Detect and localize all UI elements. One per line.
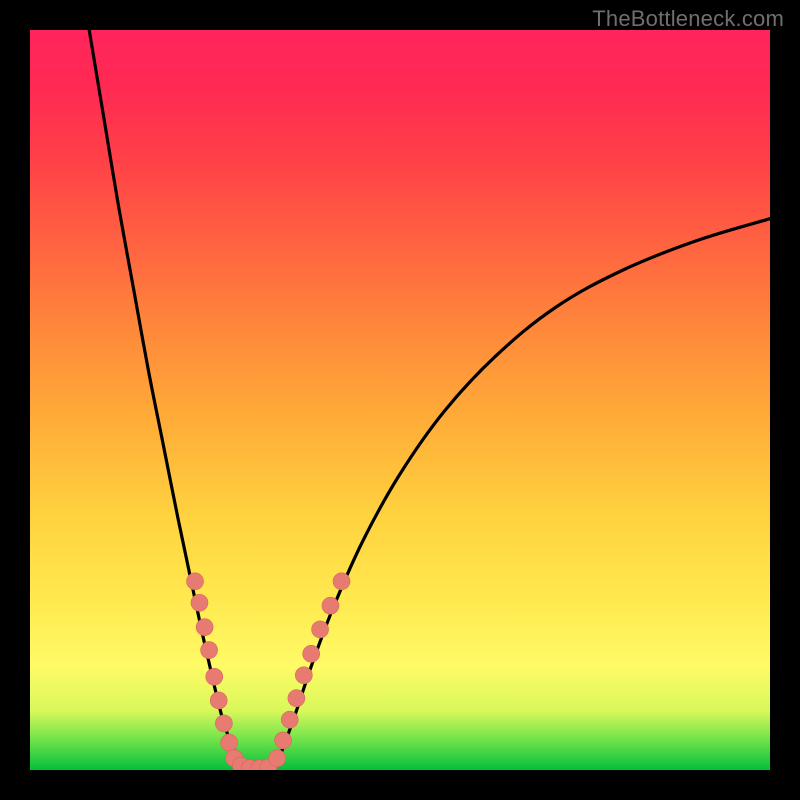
data-bead: [322, 597, 339, 614]
data-bead: [191, 594, 208, 611]
bottleneck-curve-svg: [30, 30, 770, 770]
data-bead: [196, 619, 213, 636]
data-bead: [269, 750, 286, 767]
data-bead: [281, 711, 298, 728]
data-bead: [288, 690, 305, 707]
data-bead: [215, 715, 232, 732]
data-bead: [333, 573, 350, 590]
curve-left-branch: [89, 30, 243, 767]
watermark-text: TheBottleneck.com: [592, 6, 784, 32]
data-bead: [206, 668, 223, 685]
plot-area: [30, 30, 770, 770]
data-bead: [201, 642, 218, 659]
data-bead: [295, 667, 312, 684]
data-bead: [312, 621, 329, 638]
data-bead: [210, 692, 227, 709]
curve-right-branch: [274, 219, 770, 767]
data-bead: [187, 573, 204, 590]
data-bead: [275, 732, 292, 749]
chart-frame: TheBottleneck.com: [0, 0, 800, 800]
data-bead: [221, 734, 238, 751]
data-bead: [303, 645, 320, 662]
curve-beads: [187, 573, 351, 770]
